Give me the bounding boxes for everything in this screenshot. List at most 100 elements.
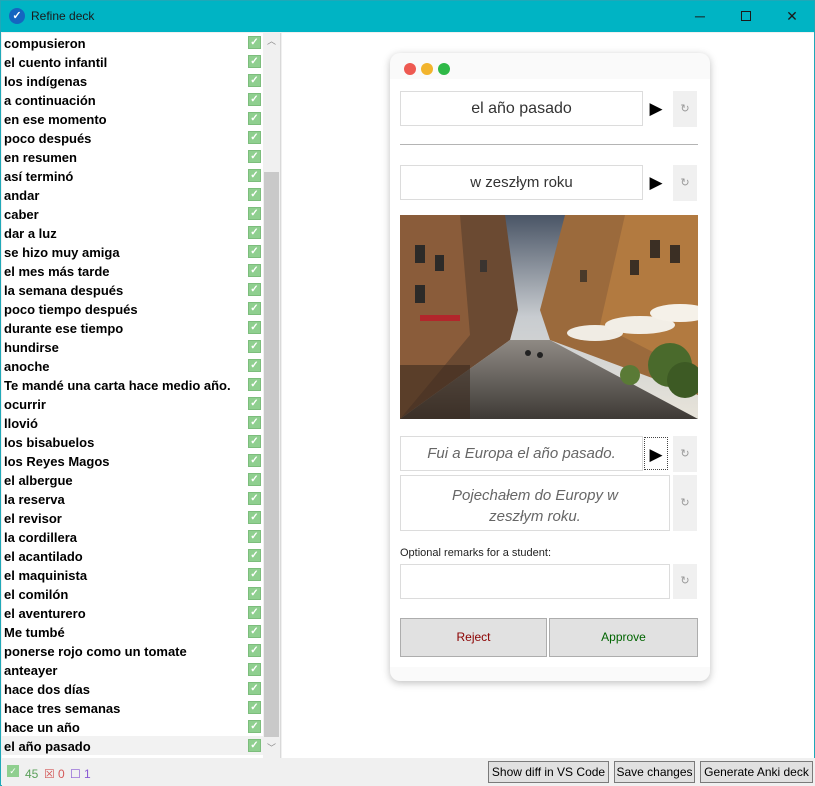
example-field[interactable]: Fui a Europa el año pasado. bbox=[400, 436, 643, 471]
list-item[interactable]: así terminó ✓ bbox=[2, 166, 263, 185]
remarks-input[interactable] bbox=[400, 564, 670, 599]
close-button[interactable]: ✕ bbox=[769, 1, 815, 32]
approved-checkbox[interactable]: ✓ bbox=[248, 416, 261, 429]
approved-checkbox[interactable]: ✓ bbox=[248, 644, 261, 657]
scrollbar[interactable]: ︿ ﹀ bbox=[263, 33, 280, 758]
list-item[interactable]: caber ✓ bbox=[2, 204, 263, 223]
term-field[interactable]: el año pasado bbox=[400, 91, 643, 126]
list-item[interactable]: hundirse ✓ bbox=[2, 337, 263, 356]
play-term-icon[interactable]: ▶ bbox=[644, 92, 668, 126]
approved-checkbox[interactable]: ✓ bbox=[248, 112, 261, 125]
approved-checkbox[interactable]: ✓ bbox=[248, 739, 261, 752]
reject-button[interactable]: Reject bbox=[400, 618, 547, 657]
list-item[interactable]: Me tumbé ✓ bbox=[2, 622, 263, 641]
approved-checkbox[interactable]: ✓ bbox=[248, 55, 261, 68]
list-item[interactable]: andar ✓ bbox=[2, 185, 263, 204]
list-item[interactable]: se hizo muy amiga ✓ bbox=[2, 242, 263, 261]
show-diff-button[interactable]: Show diff in VS Code bbox=[488, 761, 609, 783]
list-item[interactable]: durante ese tiempo ✓ bbox=[2, 318, 263, 337]
list-item[interactable]: en ese momento ✓ bbox=[2, 109, 263, 128]
maximize-button[interactable] bbox=[723, 1, 769, 32]
refresh-example-translation-icon[interactable]: ↻ bbox=[673, 475, 697, 531]
list-item[interactable]: en resumen ✓ bbox=[2, 147, 263, 166]
refresh-translation-icon[interactable]: ↻ bbox=[673, 165, 697, 201]
list-item[interactable]: Te mandé una carta hace medio año. ✓ bbox=[2, 375, 263, 394]
scrollbar-thumb[interactable] bbox=[264, 172, 279, 737]
approved-checkbox[interactable]: ✓ bbox=[248, 454, 261, 467]
approved-checkbox[interactable]: ✓ bbox=[248, 378, 261, 391]
list-item[interactable]: los Reyes Magos ✓ bbox=[2, 451, 263, 470]
list-item[interactable]: poco tiempo después ✓ bbox=[2, 299, 263, 318]
approved-checkbox[interactable]: ✓ bbox=[248, 188, 261, 201]
list-item[interactable]: ocurrir ✓ bbox=[2, 394, 263, 413]
approved-checkbox[interactable]: ✓ bbox=[248, 568, 261, 581]
approved-checkbox[interactable]: ✓ bbox=[248, 663, 261, 676]
save-changes-button[interactable]: Save changes bbox=[614, 761, 695, 783]
refresh-term-icon[interactable]: ↻ bbox=[673, 91, 697, 127]
minimize-button[interactable]: ─ bbox=[677, 1, 723, 32]
approved-checkbox[interactable]: ✓ bbox=[248, 397, 261, 410]
list-item[interactable]: poco después ✓ bbox=[2, 128, 263, 147]
list-item[interactable]: el aventurero ✓ bbox=[2, 603, 263, 622]
approved-checkbox[interactable]: ✓ bbox=[248, 226, 261, 239]
refresh-remarks-icon[interactable]: ↻ bbox=[673, 564, 697, 599]
list-item[interactable]: la semana después ✓ bbox=[2, 280, 263, 299]
scroll-up-icon[interactable]: ︿ bbox=[263, 33, 280, 50]
list-item[interactable]: hace tres semanas ✓ bbox=[2, 698, 263, 717]
generate-anki-deck-button[interactable]: Generate Anki deck bbox=[700, 761, 813, 783]
approved-checkbox[interactable]: ✓ bbox=[248, 625, 261, 638]
approved-checkbox[interactable]: ✓ bbox=[248, 359, 261, 372]
list-item[interactable]: hace un año ✓ bbox=[2, 717, 263, 736]
list-item[interactable]: compusieron ✓ bbox=[2, 33, 263, 52]
list-item[interactable]: el maquinista ✓ bbox=[2, 565, 263, 584]
approved-checkbox[interactable]: ✓ bbox=[248, 606, 261, 619]
list-item[interactable]: llovió ✓ bbox=[2, 413, 263, 432]
list-item[interactable]: la cordillera ✓ bbox=[2, 527, 263, 546]
approved-checkbox[interactable]: ✓ bbox=[248, 682, 261, 695]
approved-checkbox[interactable]: ✓ bbox=[248, 93, 261, 106]
approved-checkbox[interactable]: ✓ bbox=[248, 283, 261, 296]
approved-checkbox[interactable]: ✓ bbox=[248, 302, 261, 315]
translation-field[interactable]: w zeszłym roku bbox=[400, 165, 643, 200]
list-item[interactable]: anteayer ✓ bbox=[2, 660, 263, 679]
approved-checkbox[interactable]: ✓ bbox=[248, 150, 261, 163]
approved-checkbox[interactable]: ✓ bbox=[248, 435, 261, 448]
list-item[interactable]: el año pasado ✓ bbox=[2, 736, 263, 755]
approved-checkbox[interactable]: ✓ bbox=[248, 701, 261, 714]
list-item[interactable]: hace dos días ✓ bbox=[2, 679, 263, 698]
play-translation-icon[interactable]: ▶ bbox=[644, 166, 668, 200]
approved-checkbox[interactable]: ✓ bbox=[248, 264, 261, 277]
list-item[interactable]: los indígenas ✓ bbox=[2, 71, 263, 90]
approved-checkbox[interactable]: ✓ bbox=[248, 530, 261, 543]
list-item[interactable]: la reserva ✓ bbox=[2, 489, 263, 508]
approved-checkbox[interactable]: ✓ bbox=[248, 587, 261, 600]
list-item[interactable]: el comilón ✓ bbox=[2, 584, 263, 603]
approve-button[interactable]: Approve bbox=[549, 618, 698, 657]
approved-checkbox[interactable]: ✓ bbox=[248, 245, 261, 258]
approved-checkbox[interactable]: ✓ bbox=[248, 549, 261, 562]
approved-checkbox[interactable]: ✓ bbox=[248, 511, 261, 524]
list-item[interactable]: el mes más tarde ✓ bbox=[2, 261, 263, 280]
list-item[interactable]: el acantilado ✓ bbox=[2, 546, 263, 565]
list-item[interactable]: el cuento infantil ✓ bbox=[2, 52, 263, 71]
approved-checkbox[interactable]: ✓ bbox=[248, 720, 261, 733]
approved-checkbox[interactable]: ✓ bbox=[248, 36, 261, 49]
list-item[interactable]: los bisabuelos ✓ bbox=[2, 432, 263, 451]
approved-checkbox[interactable]: ✓ bbox=[248, 492, 261, 505]
scroll-down-icon[interactable]: ﹀ bbox=[263, 740, 280, 757]
approved-checkbox[interactable]: ✓ bbox=[248, 74, 261, 87]
refresh-example-icon[interactable]: ↻ bbox=[673, 436, 697, 472]
example-translation-field[interactable]: Pojechałem do Europy w zeszłym roku. bbox=[400, 475, 670, 531]
play-example-icon[interactable]: ▶ bbox=[644, 437, 668, 470]
list-item[interactable]: ponerse rojo como un tomate ✓ bbox=[2, 641, 263, 660]
approved-checkbox[interactable]: ✓ bbox=[248, 131, 261, 144]
approved-checkbox[interactable]: ✓ bbox=[248, 473, 261, 486]
approved-checkbox[interactable]: ✓ bbox=[248, 340, 261, 353]
approved-checkbox[interactable]: ✓ bbox=[248, 207, 261, 220]
list-item[interactable]: el revisor ✓ bbox=[2, 508, 263, 527]
list-item[interactable]: anoche ✓ bbox=[2, 356, 263, 375]
list-item[interactable]: a continuación ✓ bbox=[2, 90, 263, 109]
list-item[interactable]: dar a luz ✓ bbox=[2, 223, 263, 242]
approved-checkbox[interactable]: ✓ bbox=[248, 321, 261, 334]
approved-checkbox[interactable]: ✓ bbox=[248, 169, 261, 182]
